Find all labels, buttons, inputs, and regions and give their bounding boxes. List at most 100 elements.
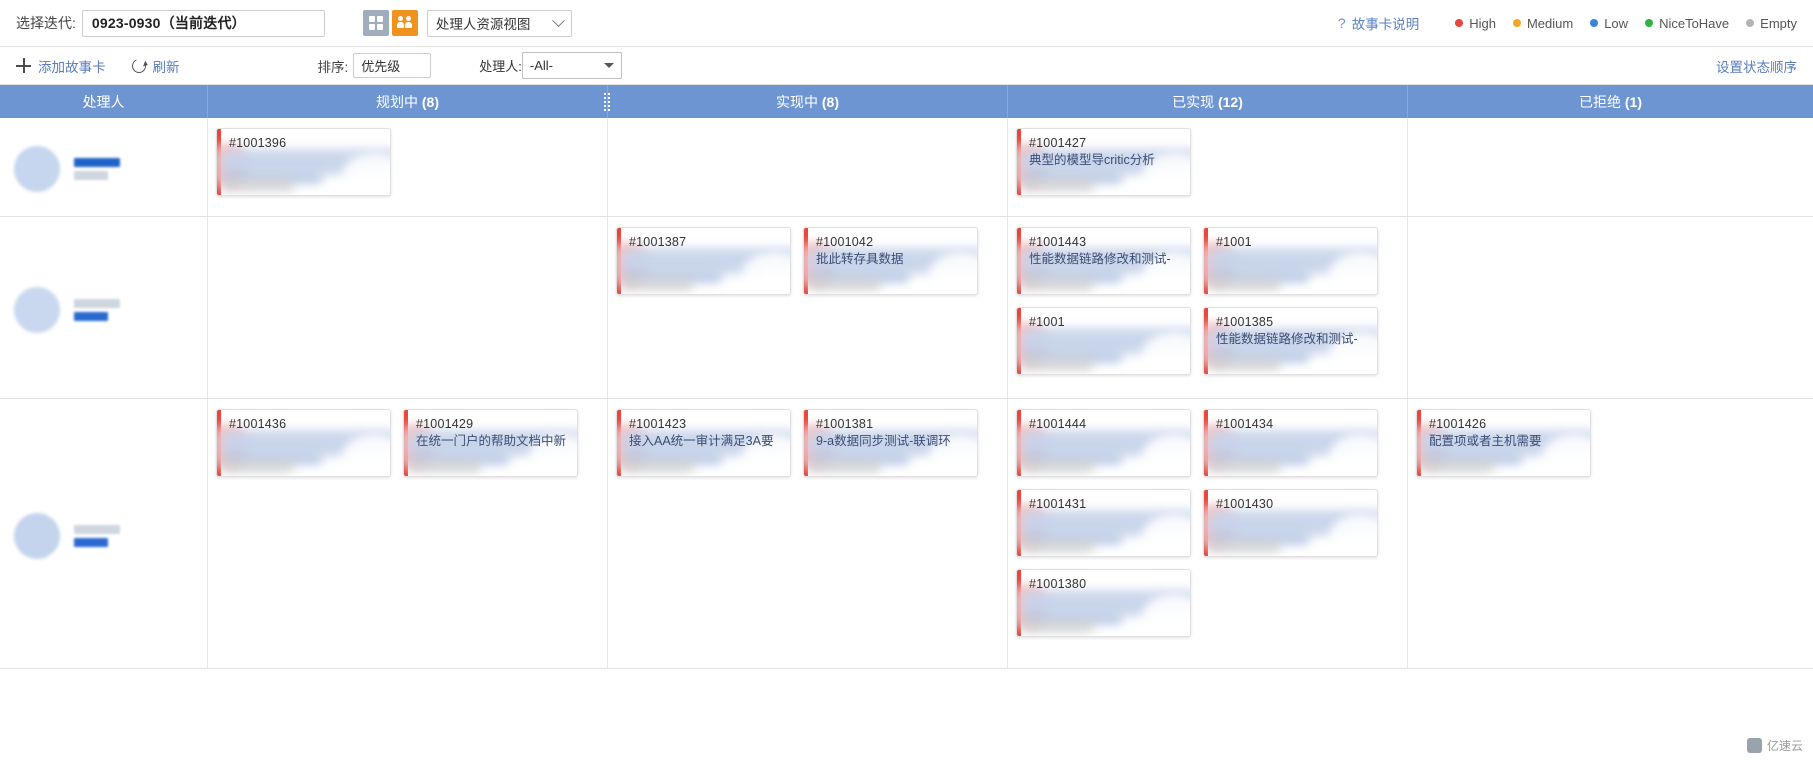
story-card[interactable]: #1001444 [1016,409,1191,477]
story-card[interactable]: #1001436 [216,409,391,477]
people-view-button[interactable] [391,10,418,36]
sort-group: 排序: 优先级 [318,53,432,78]
caret-down-icon [603,63,614,68]
story-card-title: 接入AA统一审计满足3A要 [629,434,774,448]
iteration-select[interactable]: 0923-0930（当前迭代） [81,9,325,37]
redaction-blob [1329,514,1377,556]
story-card[interactable]: #1001396 [216,128,391,196]
legend-item-empty: Empty [1746,16,1797,31]
add-story-card-button[interactable]: 添加故事卡 [16,56,106,76]
column-header-planning-count: (8) [421,93,439,110]
column-header-planning[interactable]: 规划中 (8) [208,85,610,118]
redaction-blob [1142,514,1190,556]
story-card[interactable]: #1001 [1203,227,1378,295]
cell-doing[interactable] [608,118,1008,216]
owner-filter-value: -All- [529,58,553,73]
board-body: #1001396 #1001427 典型的模型导critic分析 #1001387 #1… [0,118,1813,669]
story-card[interactable]: #1001429 在统一门户的帮助文档中新 [403,409,578,477]
cell-rejected[interactable] [1408,217,1813,398]
card-list: #1001426 配置项或者主机需要 [1416,409,1805,477]
status-order-link[interactable]: 设置状态顺序 [1716,56,1797,76]
story-card[interactable]: #1001387 [616,227,791,295]
column-header-doing-count: (8) [821,93,839,110]
story-card[interactable]: #1001385 性能数据链路修改和测试- [1203,307,1378,375]
watermark-text: 亿速云 [1766,739,1803,753]
card-list: #1001423 接入AA统一审计满足3A要 #1001381 9-a数据同步测试-联… [616,409,999,477]
column-header-done-label: 已实现 [1172,93,1215,110]
grid-icon [368,16,383,30]
column-header-owner-label: 处理人 [82,93,125,110]
board-row: #1001396 #1001427 典型的模型导critic分析 [0,118,1813,217]
legend-dot-high [1455,19,1464,27]
sort-value: 优先级 [361,59,401,74]
redaction-blob [1021,620,1094,632]
cell-done[interactable]: #1001444 #1001434 #1001431 #1001430 #1001380 [1008,399,1408,668]
owner-filter-select[interactable]: -All- [521,52,622,79]
view-switch-group: 处理人资源视图 [362,9,572,37]
story-card[interactable]: #1001427 典型的模型导critic分析 [1016,128,1191,196]
cell-doing[interactable]: #1001423 接入AA统一审计满足3A要 #1001381 9-a数据同步测试-联… [608,399,1008,668]
story-card-id: #1001429 [416,417,474,431]
grid-view-button[interactable] [362,10,389,36]
column-header-doing[interactable]: 实现中 (8) [608,85,1008,118]
legend-label-nicetohave: NiceToHave [1659,15,1730,31]
story-card[interactable]: #1001381 9-a数据同步测试-联调环 [803,409,978,477]
story-card[interactable]: #1001426 配置项或者主机需要 [1416,409,1591,477]
chevron-down-icon [552,13,565,27]
card-list: #1001443 性能数据链路修改和测试- #1001 #1001 #1001385 性能… [1016,227,1399,375]
owner-cell[interactable] [0,217,208,398]
redaction-blob [342,153,390,195]
legend-label-high: High [1469,15,1496,31]
cell-planning[interactable] [208,217,608,398]
card-list: #1001444 #1001434 #1001431 #1001430 #1001380 [1016,409,1399,637]
column-header-rejected[interactable]: 已拒绝 (1) [1408,85,1813,118]
story-card[interactable]: #1001443 性能数据链路修改和测试- [1016,227,1191,295]
redaction-blob [1021,460,1094,472]
story-card-id: #1001 [1029,315,1065,329]
cell-rejected[interactable] [1408,118,1813,216]
owner-cell[interactable] [0,399,208,668]
owner-name [74,298,120,321]
story-card-title: 性能数据链路修改和测试- [1216,332,1358,346]
column-header-doing-label: 实现中 [775,93,818,110]
redaction-blob [1329,252,1377,294]
story-card-id: #1001387 [629,235,687,249]
sort-input[interactable]: 优先级 [353,53,432,78]
story-card-help-link[interactable]: ? 故事卡说明 [1338,13,1419,33]
story-card[interactable]: #1001380 [1016,569,1191,637]
priority-legend: High Medium Low NiceToHave Empty [1455,16,1797,31]
story-card-id: #1001443 [1029,235,1087,249]
cell-done[interactable]: #1001427 典型的模型导critic分析 [1008,118,1408,216]
story-card[interactable]: #1001 [1016,307,1191,375]
story-card[interactable]: #1001042 批此转存具数据 [803,227,978,295]
redaction-blob [1421,460,1494,472]
view-mode-select[interactable]: 处理人资源视图 [426,9,572,37]
column-header-done[interactable]: 已实现 (12) [1008,85,1408,118]
cell-planning[interactable]: #1001396 [208,118,608,216]
redaction-blob [221,460,294,472]
column-header-rejected-label: 已拒绝 [1578,93,1621,110]
story-card[interactable]: #1001434 [1203,409,1378,477]
redaction-blob [221,179,294,191]
card-list: #1001387 #1001042 批此转存具数据 [616,227,999,295]
people-icon [396,16,413,30]
redaction-blob [408,460,481,472]
cell-planning[interactable]: #1001436 #1001429 在统一门户的帮助文档中新 [208,399,608,668]
story-card-title: 批此转存具数据 [816,252,904,266]
top-toolbar: 选择迭代: 0923-0930（当前迭代） 处理人资源视图 ? 故事卡说明 Hi… [0,0,1813,47]
story-card[interactable]: #1001423 接入AA统一审计满足3A要 [616,409,791,477]
plus-icon [16,58,31,73]
card-list: #1001427 典型的模型导critic分析 [1016,128,1399,196]
card-list: #1001436 #1001429 在统一门户的帮助文档中新 [216,409,599,477]
board-header-row: 处理人 规划中 (8) 实现中 (8) 已实现 (12) 已拒绝 (1) [0,85,1813,118]
story-card[interactable]: #1001430 [1203,489,1378,557]
story-card-help-label: 故事卡说明 [1351,17,1420,32]
redaction-blob [1208,278,1281,290]
cell-done[interactable]: #1001443 性能数据链路修改和测试- #1001 #1001 #1001385 性能… [1008,217,1408,398]
refresh-button[interactable]: 刷新 [129,56,180,76]
column-header-owner[interactable]: 处理人 [0,85,208,118]
story-card[interactable]: #1001431 [1016,489,1191,557]
cell-doing[interactable]: #1001387 #1001042 批此转存具数据 [608,217,1008,398]
owner-cell[interactable] [0,118,208,216]
cell-rejected[interactable]: #1001426 配置项或者主机需要 [1408,399,1813,668]
